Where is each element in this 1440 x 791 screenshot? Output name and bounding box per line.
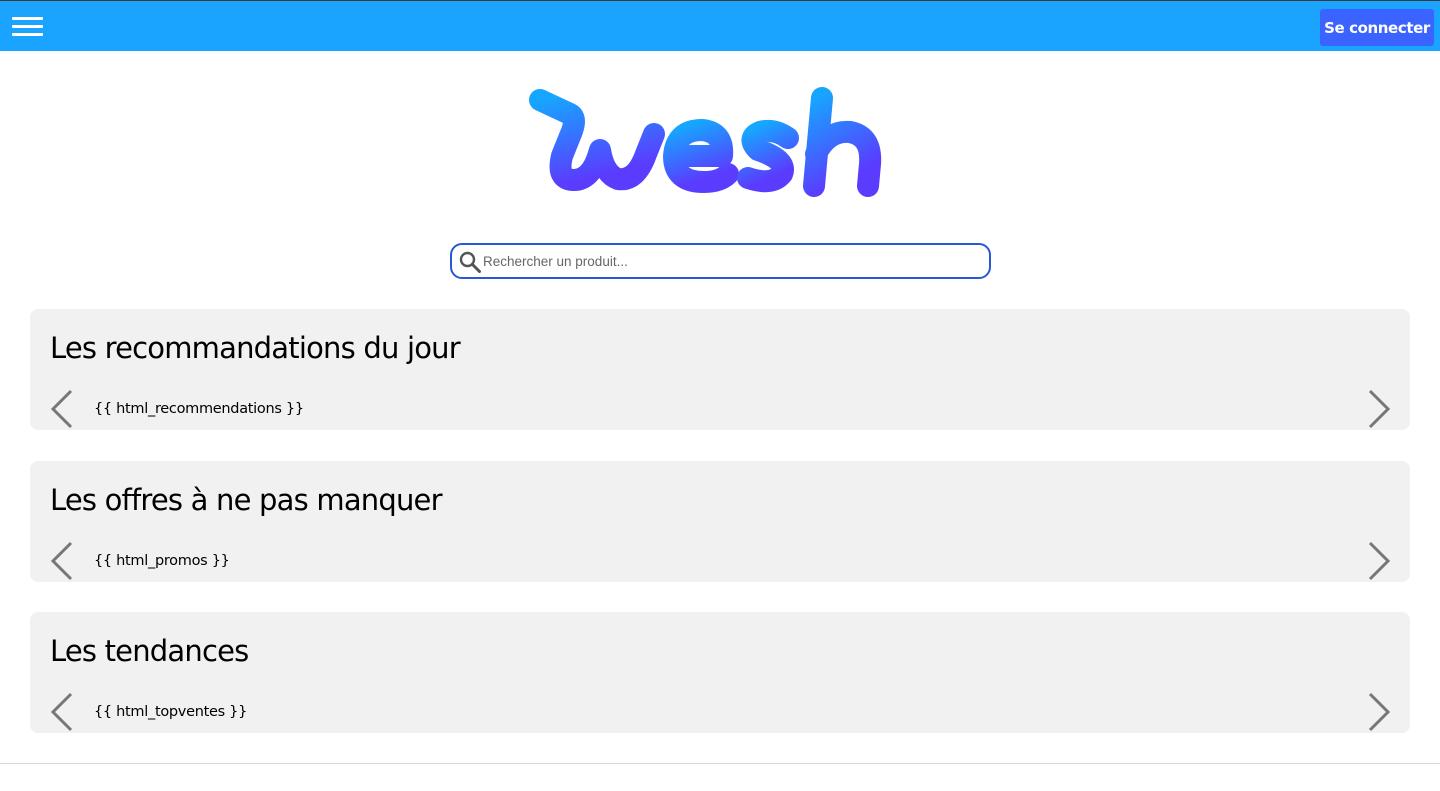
carousel-content: {{ html_topventes }} [94,704,248,720]
search-input[interactable] [483,249,983,273]
section-title: Les tendances [50,634,249,668]
login-button[interactable]: Se connecter [1320,9,1434,46]
carousel-content: {{ html_recommendations }} [94,401,304,417]
search-bar [450,243,991,279]
chevron-left-icon[interactable] [49,539,77,583]
chevron-right-icon[interactable] [1364,539,1392,583]
wesh-logo-graphic [529,87,882,197]
section-title: Les recommandations du jour [50,331,461,365]
chevron-left-icon[interactable] [49,387,77,431]
hamburger-menu-icon[interactable] [12,17,44,37]
chevron-right-icon[interactable] [1364,690,1392,734]
wesh-logo [526,84,904,204]
section-trends: Les tendances {{ html_topventes }} [30,612,1410,733]
footer-divider [0,763,1440,764]
top-navbar: Se connecter [0,0,1440,51]
chevron-left-icon[interactable] [49,690,77,734]
carousel-content: {{ html_promos }} [94,553,230,569]
section-recommendations: Les recommandations du jour {{ html_reco… [30,309,1410,430]
section-title: Les offres à ne pas manquer [50,483,443,517]
chevron-right-icon[interactable] [1364,387,1392,431]
section-promos: Les offres à ne pas manquer {{ html_prom… [30,461,1410,582]
search-icon[interactable] [459,251,481,273]
